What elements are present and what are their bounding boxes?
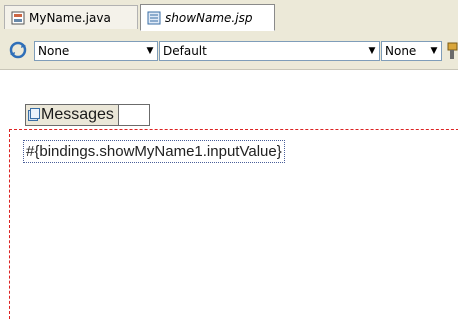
chevron-down-icon[interactable]: ▼ [427, 46, 441, 56]
messages-body [117, 105, 149, 125]
input-value-expression[interactable]: #{bindings.showMyName1.inputValue} [23, 140, 285, 163]
tab-myname-java[interactable]: MyName.java [4, 5, 138, 29]
refresh-icon[interactable] [8, 40, 28, 60]
design-canvas[interactable]: Messages #{bindings.showMyName1.inputVal… [0, 70, 458, 319]
tab-showname-jsp[interactable]: showName.jsp [140, 4, 275, 31]
chevron-down-icon[interactable]: ▼ [365, 46, 379, 56]
font-value: None [385, 44, 417, 58]
messages-label: Messages [41, 106, 114, 123]
messages-badge: Messages [26, 105, 118, 125]
tab-label: MyName.java [29, 10, 111, 25]
style-select[interactable]: Default ▼ [159, 41, 380, 61]
paintbrush-icon[interactable] [445, 41, 458, 61]
style-class-select[interactable]: None ▼ [34, 41, 158, 61]
style-value: Default [163, 44, 207, 58]
jsp-file-icon [147, 11, 161, 25]
visual-editor-toolbar: None ▼ Default ▼ None ▼ [0, 31, 458, 70]
font-select[interactable]: None ▼ [381, 41, 442, 61]
java-file-icon [11, 11, 25, 25]
tab-label: showName.jsp [165, 10, 253, 25]
messages-icon [28, 108, 40, 121]
messages-component[interactable]: Messages [25, 104, 150, 126]
style-class-value: None [38, 44, 70, 58]
editor-tab-strip: MyName.java showName.jsp [0, 0, 458, 32]
chevron-down-icon[interactable]: ▼ [143, 46, 157, 56]
